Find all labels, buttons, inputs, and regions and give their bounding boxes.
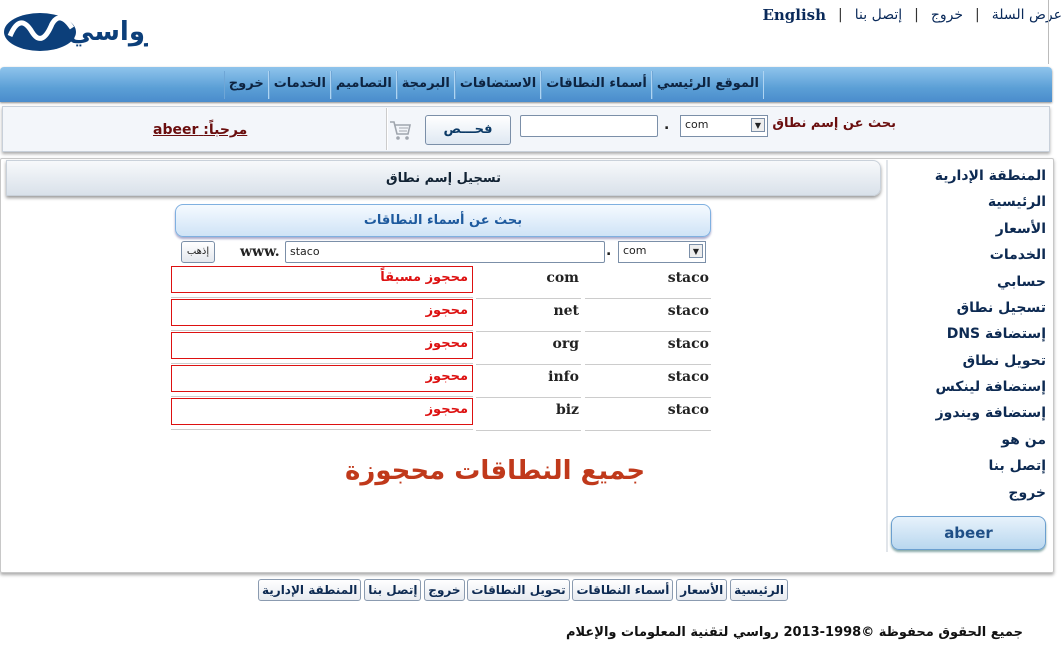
sidebar-user-badge[interactable]: abeer — [891, 516, 1046, 550]
sidebar: المنطقة الإدارية الرئيسية الأسعار الخدما… — [882, 160, 1052, 553]
search-label: بحث عن إسم نطاق — [772, 116, 896, 131]
domain-name-input[interactable]: staco — [285, 241, 605, 263]
footer-link-admin[interactable]: المنطقة الإدارية — [258, 579, 362, 601]
domain-tld-value: com — [623, 244, 647, 257]
page-title: تسجيل إسم نطاق — [6, 160, 881, 196]
row-divider — [171, 363, 473, 364]
sidebar-item-admin[interactable]: المنطقة الإدارية — [935, 168, 1046, 184]
chevron-down-icon: ▼ — [751, 118, 765, 132]
footer-link-transfer[interactable]: تحويل النطاقات — [467, 579, 570, 601]
sidebar-item-account[interactable]: حسابي — [997, 274, 1046, 290]
top-links: عرض السلة | خروج | إتصل بنا | English — [732, 4, 1062, 26]
footer-links: المنطقة الإدارية إتصل بنا خروج تحويل الن… — [258, 579, 788, 603]
welcome-label: مرحباً: — [203, 122, 248, 138]
go-button[interactable]: إذهب — [181, 241, 215, 263]
result-row: staco net محجوز — [170, 299, 711, 332]
sidebar-item-register-domain[interactable]: تسجيل نطاق — [957, 300, 1046, 316]
nav-hosting[interactable]: الاستضافات — [454, 71, 542, 99]
row-divider — [171, 330, 473, 331]
sidebar-item-linux-hosting[interactable]: إستضافة لينكس — [936, 379, 1046, 395]
result-name: staco — [585, 332, 711, 365]
dot-separator: . — [664, 117, 670, 133]
row-divider — [171, 297, 473, 298]
nav-programming[interactable]: البرمجة — [396, 71, 455, 99]
sidebar-item-transfer-domain[interactable]: تحويل نطاق — [963, 353, 1046, 369]
result-status: محجوز — [171, 398, 473, 425]
logout-link[interactable]: خروج — [931, 7, 963, 23]
sidebar-item-prices[interactable]: الأسعار — [996, 221, 1046, 237]
welcome-message[interactable]: مرحباً: abeer — [153, 122, 247, 138]
result-status: محجوز — [171, 332, 473, 359]
top-frame — [1048, 0, 1062, 64]
result-tld: com — [476, 266, 581, 299]
result-row: staco org محجوز — [170, 332, 711, 365]
footer-link-prices[interactable]: الأسعار — [676, 579, 728, 601]
all-taken-message: جميع النطاقات محجوزة — [345, 456, 646, 486]
result-row: staco com محجوز مسبقاً — [170, 266, 711, 299]
result-status: محجوز — [171, 299, 473, 326]
sidebar-item-services[interactable]: الخدمات — [990, 247, 1046, 263]
tld-select[interactable]: com ▼ — [680, 115, 768, 137]
row-divider — [171, 429, 473, 430]
page: رواسي عرض السلة | خروج | إتصل بنا | Engl… — [0, 0, 1062, 646]
result-row: staco info محجوز — [170, 365, 711, 398]
english-link[interactable]: English — [762, 6, 826, 24]
result-tld: info — [476, 365, 581, 398]
sidebar-item-logout[interactable]: خروج — [1008, 485, 1046, 501]
main-nav: الموقع الرئيسي أسماء النطاقات الاستضافات… — [0, 67, 1052, 102]
check-button[interactable]: فحـــص — [425, 115, 511, 145]
separator: | — [914, 7, 919, 23]
result-name: staco — [585, 398, 711, 431]
result-name: staco — [585, 299, 711, 332]
logo-text: رواسي — [68, 17, 148, 47]
cart-icon[interactable] — [388, 118, 412, 142]
sidebar-item-whois[interactable]: من هو — [1001, 432, 1046, 448]
footer-link-domains[interactable]: أسماء النطاقات — [572, 579, 674, 601]
separator: | — [838, 7, 843, 23]
footer-link-home[interactable]: الرئيسية — [730, 579, 788, 601]
result-row: staco biz محجوز — [170, 398, 711, 431]
welcome-user: abeer — [153, 122, 199, 138]
nav-services[interactable]: الخدمات — [268, 71, 331, 99]
result-tld: org — [476, 332, 581, 365]
result-status: محجوز مسبقاً — [171, 266, 473, 293]
domain-search-input[interactable] — [520, 115, 658, 137]
result-name: staco — [585, 266, 711, 299]
copyright-text: جميع الحقوق محفوظة ©1998-2013 رواسي لتقن… — [566, 625, 1023, 640]
tld-select-value: com — [685, 118, 709, 131]
footer-link-contact[interactable]: إتصل بنا — [364, 579, 422, 601]
domain-search-heading: بحث عن أسماء النطاقات — [175, 204, 711, 237]
nav-domains[interactable]: أسماء النطاقات — [541, 71, 652, 99]
contact-link[interactable]: إتصل بنا — [855, 7, 902, 23]
dot-separator: . — [606, 243, 612, 259]
chevron-down-icon: ▼ — [689, 244, 703, 258]
footer-link-logout[interactable]: خروج — [424, 579, 465, 601]
row-divider — [171, 396, 473, 397]
sidebar-item-windows-hosting[interactable]: إستضافة ويندوز — [936, 405, 1046, 421]
domain-tld-select[interactable]: com ▼ — [618, 241, 706, 263]
result-name: staco — [585, 365, 711, 398]
nav-home[interactable]: الموقع الرئيسي — [651, 71, 764, 99]
nav-designs[interactable]: التصاميم — [330, 71, 397, 99]
result-tld: net — [476, 299, 581, 332]
www-prefix: www. — [240, 244, 280, 260]
sidebar-item-home[interactable]: الرئيسية — [988, 194, 1046, 210]
nav-logout[interactable]: خروج — [223, 71, 269, 99]
site-logo[interactable]: رواسي — [2, 2, 160, 54]
result-status: محجوز — [171, 365, 473, 392]
sidebar-item-contact[interactable]: إتصل بنا — [989, 458, 1046, 474]
separator: | — [975, 7, 980, 23]
result-tld: biz — [476, 398, 581, 431]
sidebar-item-dns-hosting[interactable]: إستضافة DNS — [947, 326, 1046, 342]
